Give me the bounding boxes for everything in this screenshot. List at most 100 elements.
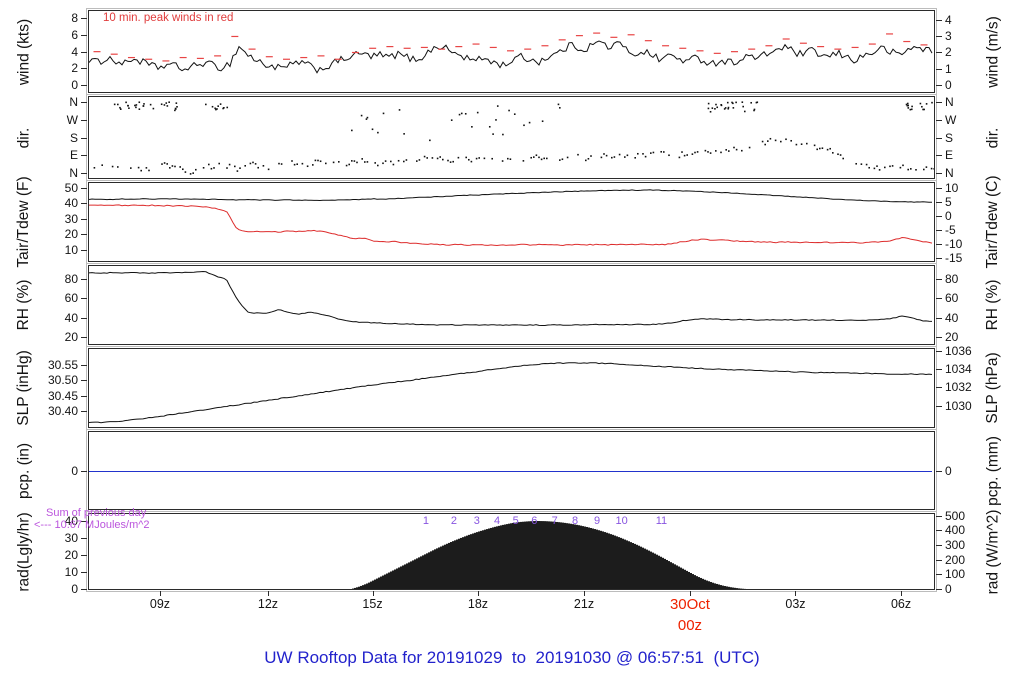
panel-rad xyxy=(86,511,937,592)
wind-direction-dot xyxy=(724,107,727,109)
wind-direction-dot xyxy=(216,108,218,110)
ytick-mark-right xyxy=(936,470,942,472)
ytick-mark-left xyxy=(81,380,87,382)
wind-direction-dot xyxy=(366,161,369,163)
wind-direction-dot xyxy=(470,160,473,163)
wind-direction-dot xyxy=(865,163,868,166)
wind-direction-dot xyxy=(839,154,842,156)
wind-direction-dot xyxy=(488,125,491,128)
wind-direction-dot xyxy=(650,152,652,154)
pcp-plot xyxy=(89,471,932,472)
rad-hour-marker: 3 xyxy=(473,515,480,527)
wind-direction-dot xyxy=(832,152,834,154)
rad-hour-marker: 4 xyxy=(494,515,501,527)
ytick-mark-right xyxy=(936,243,942,245)
ytick-mark-left xyxy=(81,187,87,189)
wind-direction-dot xyxy=(217,105,219,107)
wind-direction-dot xyxy=(538,156,540,159)
wind-direction-dot xyxy=(769,137,772,140)
wind-direction-dot xyxy=(476,111,479,114)
wind-direction-dot xyxy=(353,160,356,162)
wind-direction-dot xyxy=(163,104,166,106)
wind-direction-dot xyxy=(663,151,665,153)
wind-direction-dot xyxy=(911,105,913,108)
wind-direction-dot xyxy=(533,156,535,158)
wind-direction-dot xyxy=(889,165,891,168)
relative-humidity-series xyxy=(89,270,933,326)
wind-direction-dot xyxy=(720,151,722,154)
wind-direction-dot xyxy=(727,106,730,109)
wind-direction-dot xyxy=(785,138,787,141)
ytick-mark-left xyxy=(81,68,87,70)
wind-direction-dot xyxy=(301,162,304,165)
wind-direction-dot xyxy=(244,165,246,167)
wind-direction-dot xyxy=(398,109,401,111)
wind-direction-dot xyxy=(142,105,145,107)
wind-direction-dot xyxy=(338,161,340,163)
xtick-label: 21z xyxy=(573,597,595,611)
wind-direction-dot xyxy=(735,148,738,151)
wind-direction-dot xyxy=(140,169,142,172)
ytick-mark-right xyxy=(936,317,942,319)
wind-direction-dot xyxy=(234,165,236,168)
wind-direction-dot xyxy=(458,113,461,116)
wind-direction-dot xyxy=(397,159,400,162)
ytick-mark-left xyxy=(81,395,87,397)
wind-direction-dot xyxy=(732,102,734,105)
wind-direction-dot xyxy=(652,151,655,154)
wind-direction-dot xyxy=(915,168,917,171)
wind-direction-dot xyxy=(764,143,766,146)
wind-direction-dot xyxy=(442,158,444,161)
wind-direction-dot xyxy=(780,140,782,143)
wind-direction-dot xyxy=(732,107,735,109)
wind-direction-dot xyxy=(522,160,525,162)
axis-title-left-slp: SLP (inHg) xyxy=(15,350,32,426)
axis-title-right-pcp: pcp. (mm) xyxy=(984,435,1001,506)
wind-direction-dot xyxy=(491,157,493,160)
wind-direction-dot xyxy=(475,157,478,160)
ytick-mark-right xyxy=(936,36,942,38)
wind-direction-dot xyxy=(728,150,730,152)
axis-title-left-dir: dir. xyxy=(15,127,32,148)
wind-direction-dot xyxy=(166,163,168,165)
panel-rh xyxy=(86,263,937,347)
ytick-mark-right xyxy=(936,545,942,547)
wind-direction-dot xyxy=(557,103,560,106)
temp-plot xyxy=(89,189,933,247)
wind-direction-dot xyxy=(546,157,548,160)
wind-direction-dot xyxy=(715,150,717,152)
wind-direction-dot xyxy=(513,113,516,115)
wind-direction-dot xyxy=(125,101,127,104)
ytick-mark-left xyxy=(81,250,87,252)
dir-plot xyxy=(93,101,934,175)
ytick-mark-left xyxy=(81,218,87,220)
wind-direction-dot xyxy=(603,153,605,155)
wind-direction-dot xyxy=(707,102,710,105)
xtick-mark xyxy=(372,591,374,596)
rad-hour-marker: 6 xyxy=(531,515,538,527)
wind-direction-dot xyxy=(860,163,863,165)
wind-direction-dot xyxy=(403,133,405,135)
ytick-mark-left xyxy=(81,137,87,139)
ytick-mark-left xyxy=(81,470,87,472)
wind-direction-dot xyxy=(748,146,751,149)
ytick-mark-left xyxy=(81,203,87,205)
wind-direction-dot xyxy=(426,157,428,159)
wind-direction-dot xyxy=(93,166,96,169)
wind-direction-dot xyxy=(600,156,603,159)
wind-direction-dot xyxy=(742,105,744,108)
ytick-mark-right xyxy=(936,405,942,407)
wind-direction-dot xyxy=(767,140,769,142)
wind-direction-dot xyxy=(821,147,824,150)
wind-direction-dot xyxy=(128,107,130,109)
wind-direction-dot xyxy=(137,166,140,169)
wind-direction-dot xyxy=(127,104,129,107)
wind-direction-dot xyxy=(254,163,257,165)
wind-direction-dot xyxy=(566,156,569,159)
wind-direction-dot xyxy=(460,112,463,115)
rad-plot xyxy=(352,520,746,589)
wind-direction-dot xyxy=(365,118,368,120)
wind-direction-dot xyxy=(113,103,116,106)
ytick-mark-left xyxy=(81,173,87,175)
ytick-mark-right xyxy=(936,173,942,175)
